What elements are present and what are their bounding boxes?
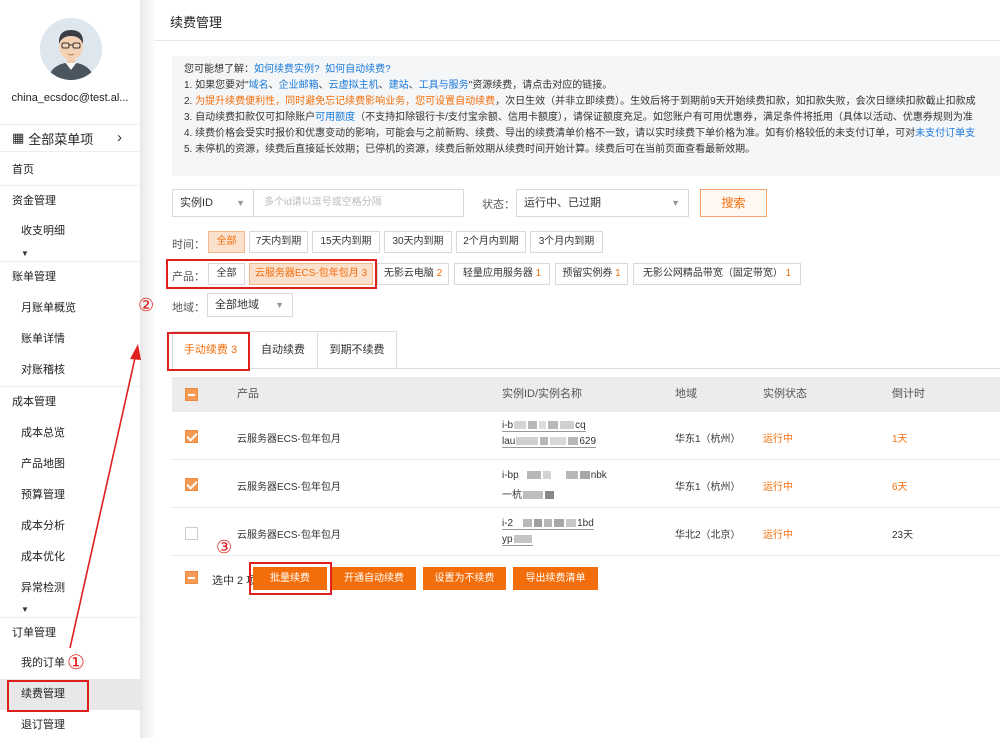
renewal-management-page: china_ecsdoc@test.al... ▦ 全部菜单项 › 首页 资金管… — [0, 0, 1000, 738]
annotation-arrow — [69, 344, 141, 649]
